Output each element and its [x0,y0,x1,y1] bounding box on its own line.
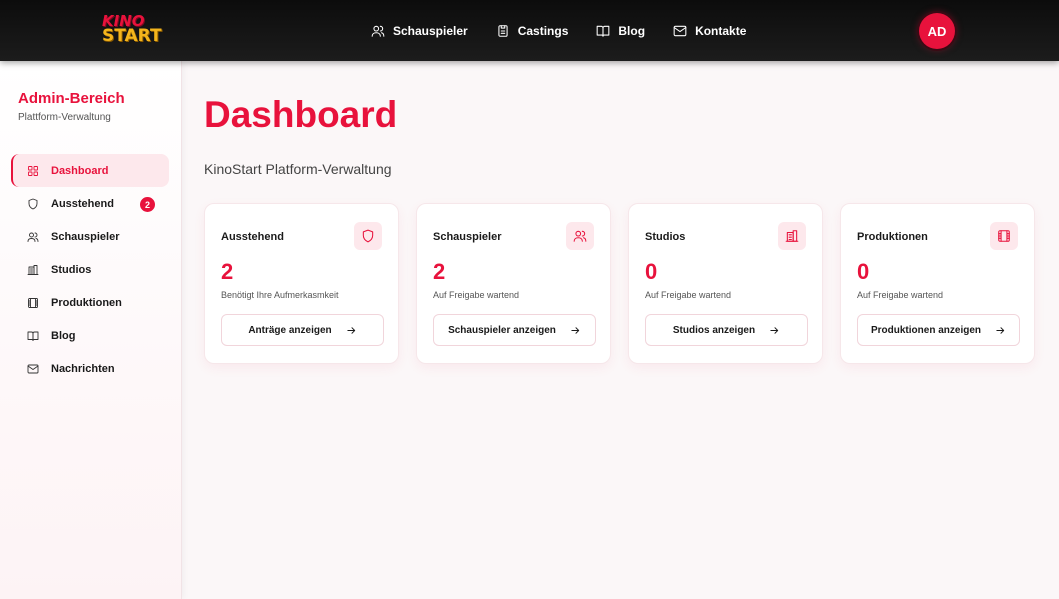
sidebar-item-label: Blog [51,329,76,342]
card-description: Benötigt Ihre Aufmerkasmkeit [221,290,339,300]
nav-item-label: Blog [618,23,646,38]
users-icon [573,230,587,242]
card-title: Studios [645,231,686,243]
page-subtitle: KinoStart Platform-Verwaltung [204,161,392,177]
film-icon [998,230,1010,242]
film-icon [28,297,38,308]
shield-icon [28,198,38,209]
card-icon-box [566,222,594,250]
button-label: Anträge anzeigen [248,324,332,336]
nav-item-blog[interactable]: Blog [596,24,645,38]
logo-text-bottom: START [102,26,162,46]
kinostart-logo[interactable]: KINO START [102,14,164,46]
card-value: 0 [645,259,658,284]
users-icon [27,232,39,242]
arrow-right-icon [347,326,355,334]
sidebar-item-label: Nachrichten [51,362,115,375]
card-title: Produktionen [857,231,928,243]
page-title: Dashboard [204,94,398,135]
sidebar-item-dashboard[interactable]: Dashboard [11,154,169,187]
button-label: Studios anzeigen [672,324,756,336]
clipboard-icon [498,24,508,37]
card-description: Auf Freigabe wartend [433,290,520,300]
card-description: Auf Freigabe wartend [857,290,944,300]
card-icon-box [990,222,1018,250]
card-title: Schauspieler [433,231,502,243]
nav-item-castings[interactable]: Castings [496,23,569,38]
user-avatar[interactable]: AD [919,13,955,49]
pending-count-badge: 2 [140,197,155,212]
top-navbar: KINO START Schauspieler Castings Blog Ko… [0,0,1059,61]
card-value: 2 [433,259,446,284]
sidebar-item-schauspieler[interactable]: Schauspieler [11,220,169,253]
sidebar-item-label: Produktionen [51,296,122,309]
arrow-right-icon [770,326,779,334]
view-studios-button[interactable]: Studios anzeigen [645,314,808,346]
view-actors-button[interactable]: Schauspieler anzeigen [433,314,596,346]
nav-item-label: Castings [517,23,569,38]
sidebar-item-produktionen[interactable]: Produktionen [11,286,169,319]
sidebar-item-blog[interactable]: Blog [11,319,169,352]
main-nav: Schauspieler Castings Blog Kontakte [371,0,774,61]
nav-item-label: Schauspieler [393,23,468,38]
mail-icon [673,25,687,36]
stat-card-schauspieler: Schauspieler 2 Auf Freigabe wartend Scha… [416,203,611,364]
stat-card-ausstehend: Ausstehend 2 Benötigt Ihre Aufmerkasmkei… [204,203,399,364]
card-value: 0 [857,259,870,284]
button-label: Schauspieler anzeigen [448,324,556,336]
building-icon [27,264,39,275]
building-icon [785,230,799,242]
sidebar-item-ausstehend[interactable]: Ausstehend 2 [11,187,169,220]
card-value: 2 [221,259,234,284]
sidebar-item-label: Schauspieler [51,230,120,243]
nav-item-kontakte[interactable]: Kontakte [673,24,746,38]
view-productions-button[interactable]: Produktionen anzeigen [857,314,1020,346]
card-description: Auf Freigabe wartend [645,290,732,300]
users-icon [371,25,385,37]
sidebar-title: Admin-Bereich [18,90,125,107]
nav-item-schauspieler[interactable]: Schauspieler [371,24,468,38]
sidebar-menu: Dashboard Ausstehend 2 Schauspieler Stud… [11,154,169,385]
stat-card-studios: Studios 0 Auf Freigabe wartend Studios a… [628,203,823,364]
shield-icon [362,229,374,243]
button-label: Produktionen anzeigen [870,324,981,336]
sidebar: Admin-Bereich Plattform-Verwaltung Dashb… [0,61,182,599]
sidebar-item-studios[interactable]: Studios [11,253,169,286]
nav-item-label: Kontakte [695,23,747,38]
arrow-right-icon [571,326,580,334]
view-requests-button[interactable]: Anträge anzeigen [221,314,384,346]
book-icon [27,331,39,341]
stat-card-produktionen: Produktionen 0 Auf Freigabe wartend Prod… [840,203,1035,364]
sidebar-item-label: Dashboard [51,164,109,177]
grid-icon [28,165,38,176]
mail-icon [27,364,39,373]
sidebar-subtitle: Plattform-Verwaltung [18,112,111,123]
sidebar-item-label: Ausstehend [51,197,114,210]
card-icon-box [778,222,806,250]
book-icon [597,25,610,37]
card-title: Ausstehend [221,231,284,243]
sidebar-item-nachrichten[interactable]: Nachrichten [11,352,169,385]
arrow-right-icon [996,326,1005,334]
card-icon-box [354,222,382,250]
sidebar-item-label: Studios [51,263,92,276]
